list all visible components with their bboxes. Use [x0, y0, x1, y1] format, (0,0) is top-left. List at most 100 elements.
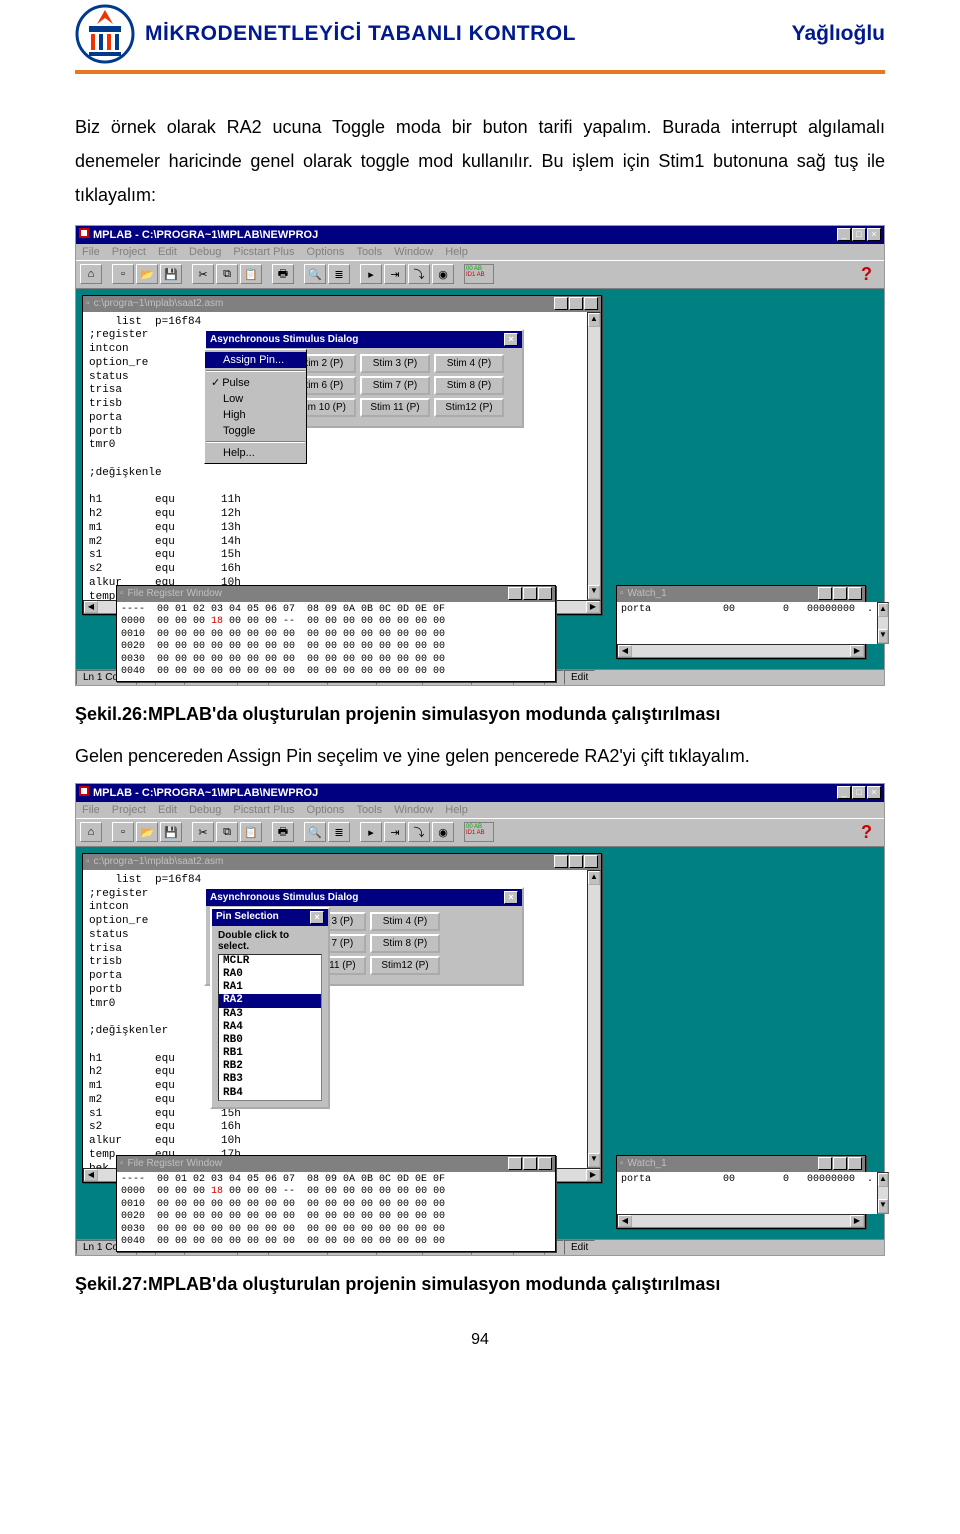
open-icon[interactable]: 📂 — [136, 822, 158, 842]
pin-selection-titlebar[interactable]: Pin Selection× — [212, 909, 328, 926]
pin-list-item[interactable]: RA3 — [219, 1008, 321, 1021]
stim-button[interactable]: Stim 3 (P) — [360, 354, 430, 373]
menu-item[interactable]: Debug — [189, 246, 221, 258]
menu-item[interactable]: Tools — [356, 804, 382, 816]
menu-item[interactable]: Help — [445, 804, 468, 816]
pin-list-item[interactable]: RB2 — [219, 1060, 321, 1073]
new-icon[interactable]: ▫ — [112, 264, 134, 284]
copy-icon[interactable]: ⧉ — [216, 822, 238, 842]
help-icon[interactable]: ? — [861, 822, 880, 843]
context-menu-item[interactable]: Toggle — [205, 423, 306, 439]
pin-list-item[interactable]: RB1 — [219, 1047, 321, 1060]
code-window-titlebar[interactable]: ▫c:\progra~1\mplab\saat2.asm _□× — [83, 854, 601, 870]
close-button[interactable]: × — [310, 911, 324, 924]
register-window-titlebar[interactable]: ▫File Register Window _□× — [117, 586, 555, 602]
stim-dialog-titlebar[interactable]: Asynchronous Stimulus Dialog× — [206, 331, 522, 348]
menu-item[interactable]: Window — [394, 804, 433, 816]
stepover-icon[interactable]: ⤵ — [408, 264, 430, 284]
menu-item[interactable]: Tools — [356, 246, 382, 258]
close-button[interactable]: × — [538, 587, 552, 600]
menu-item[interactable]: Picstart Plus — [233, 246, 294, 258]
context-menu-item[interactable]: Assign Pin... — [205, 352, 306, 368]
save-icon[interactable]: 💾 — [160, 822, 182, 842]
menu-item[interactable]: Project — [112, 246, 146, 258]
code-window-titlebar[interactable]: ▫c:\progra~1\mplab\saat2.asm _□× — [83, 296, 601, 312]
menu-item[interactable]: Picstart Plus — [233, 804, 294, 816]
close-button[interactable]: × — [504, 891, 518, 904]
stim-button[interactable]: Stim 8 (P) — [434, 376, 504, 395]
scrollbar-horizontal[interactable]: ◀▶ — [617, 1214, 865, 1228]
pin-list-item[interactable]: RB0 — [219, 1034, 321, 1047]
pin-list-item[interactable]: RB3 — [219, 1073, 321, 1086]
pin-list[interactable]: MCLRRA0RA1RA2RA3RA4RB0RB1RB2RB3RB4 — [218, 954, 322, 1101]
break-icon[interactable]: ◉ — [432, 264, 454, 284]
paste-icon[interactable]: 📋 — [240, 822, 262, 842]
stim-button[interactable]: Stim 4 (P) — [370, 912, 440, 931]
menu-item[interactable]: Window — [394, 246, 433, 258]
minimize-button[interactable]: _ — [508, 1157, 522, 1170]
close-button[interactable]: × — [848, 587, 862, 600]
save-icon[interactable]: 💾 — [160, 264, 182, 284]
maximize-button[interactable]: □ — [852, 228, 866, 241]
stim-button[interactable]: Stim12 (P) — [434, 398, 504, 417]
context-menu-item[interactable]: High — [205, 407, 306, 423]
break-icon[interactable]: ◉ — [432, 822, 454, 842]
maximize-button[interactable]: □ — [569, 297, 583, 310]
find-icon[interactable]: 🔍 — [304, 822, 326, 842]
menu-item[interactable]: File — [82, 804, 100, 816]
scrollbar-horizontal[interactable]: ◀▶ — [617, 644, 865, 658]
maximize-button[interactable]: □ — [833, 587, 847, 600]
new-icon[interactable]: ▫ — [112, 822, 134, 842]
tool-icon[interactable]: ≣ — [328, 822, 350, 842]
run-icon[interactable]: ▸ — [360, 264, 382, 284]
scrollbar-vertical[interactable]: ▲▼ — [587, 312, 601, 600]
minimize-button[interactable]: _ — [837, 228, 851, 241]
menu-item[interactable]: File — [82, 246, 100, 258]
stepover-icon[interactable]: ⤵ — [408, 822, 430, 842]
minimize-button[interactable]: _ — [554, 855, 568, 868]
close-button[interactable]: × — [584, 855, 598, 868]
tool-icon[interactable]: ⌂ — [80, 822, 102, 842]
help-icon[interactable]: ? — [861, 264, 880, 285]
tool-icon[interactable]: ⌂ — [80, 264, 102, 284]
stim-button[interactable]: Stim 7 (P) — [360, 376, 430, 395]
pin-list-item[interactable]: RA4 — [219, 1021, 321, 1034]
open-icon[interactable]: 📂 — [136, 264, 158, 284]
context-menu-item[interactable]: Pulse — [205, 374, 306, 391]
maximize-button[interactable]: □ — [523, 587, 537, 600]
print-icon[interactable]: 🖶 — [272, 822, 294, 842]
minimize-button[interactable]: _ — [818, 1157, 832, 1170]
scrollbar-vertical[interactable]: ▲▼ — [877, 1172, 889, 1214]
tool-icon[interactable]: ≣ — [328, 264, 350, 284]
pin-list-item[interactable]: MCLR — [219, 955, 321, 968]
watch-window-titlebar[interactable]: ▫Watch_1 _□× — [617, 586, 865, 602]
step-icon[interactable]: ⇥ — [384, 822, 406, 842]
close-button[interactable]: × — [538, 1157, 552, 1170]
maximize-button[interactable]: □ — [833, 1157, 847, 1170]
menu-item[interactable]: Edit — [158, 804, 177, 816]
stim-dialog-titlebar[interactable]: Asynchronous Stimulus Dialog× — [206, 889, 522, 906]
minimize-button[interactable]: _ — [554, 297, 568, 310]
copy-icon[interactable]: ⧉ — [216, 264, 238, 284]
watch-window-titlebar[interactable]: ▫Watch_1 _□× — [617, 1156, 865, 1172]
register-window-titlebar[interactable]: ▫File Register Window _□× — [117, 1156, 555, 1172]
context-menu-item[interactable]: Low — [205, 391, 306, 407]
minimize-button[interactable]: _ — [837, 786, 851, 799]
maximize-button[interactable]: □ — [852, 786, 866, 799]
pin-list-item[interactable]: RA1 — [219, 981, 321, 994]
step-icon[interactable]: ⇥ — [384, 264, 406, 284]
menu-item[interactable]: Options — [307, 246, 345, 258]
find-icon[interactable]: 🔍 — [304, 264, 326, 284]
stim-button[interactable]: Stim 4 (P) — [434, 354, 504, 373]
close-button[interactable]: × — [584, 297, 598, 310]
minimize-button[interactable]: _ — [508, 587, 522, 600]
stim-button[interactable]: Stim 11 (P) — [360, 398, 430, 417]
pin-list-item[interactable]: RA2 — [219, 994, 321, 1007]
menu-item[interactable]: Edit — [158, 246, 177, 258]
paste-icon[interactable]: 📋 — [240, 264, 262, 284]
scrollbar-vertical[interactable]: ▲▼ — [877, 602, 889, 644]
pin-list-item[interactable]: RA0 — [219, 968, 321, 981]
app-titlebar[interactable]: MPLAB - C:\PROGRA~1\MPLAB\NEWPROJ _ □ × — [76, 226, 884, 244]
menu-item[interactable]: Debug — [189, 804, 221, 816]
app-titlebar[interactable]: MPLAB - C:\PROGRA~1\MPLAB\NEWPROJ _ □ × — [76, 784, 884, 802]
